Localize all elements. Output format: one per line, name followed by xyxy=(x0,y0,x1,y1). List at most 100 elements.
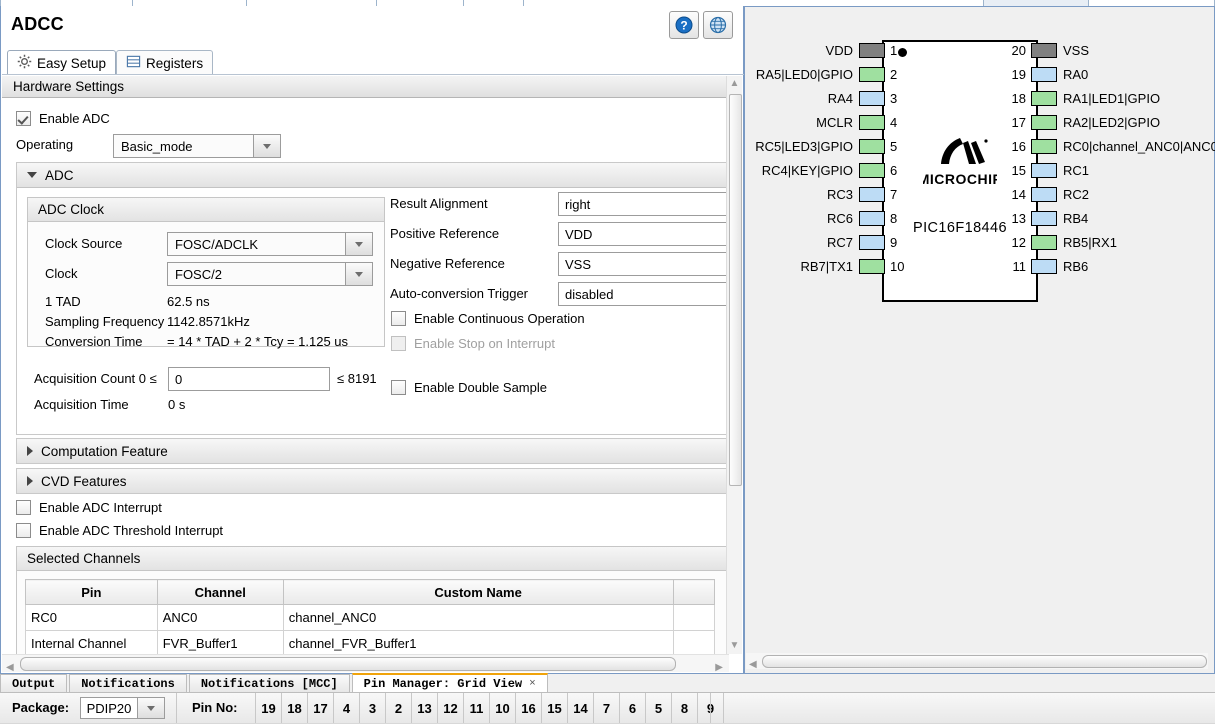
positive-reference-field[interactable]: VDD xyxy=(558,222,729,246)
enable-adc-interrupt-row[interactable]: Enable ADC Interrupt xyxy=(16,500,162,515)
pin-number-cell[interactable]: 8 xyxy=(671,693,697,723)
pin-number-cell[interactable]: 3 xyxy=(359,693,385,723)
section-adc-header[interactable]: ADC xyxy=(17,163,727,188)
pin-row-left[interactable]: VDD 1 xyxy=(745,41,912,59)
pin-pad[interactable] xyxy=(1031,258,1057,274)
chevron-right-icon[interactable] xyxy=(27,446,33,456)
pin-row-right[interactable]: 17 RA2|LED2|GPIO xyxy=(1002,113,1160,131)
pin-pad[interactable] xyxy=(1031,162,1057,178)
enable-adc-threshold-interrupt-row[interactable]: Enable ADC Threshold Interrupt xyxy=(16,523,223,538)
enable-continuous-operation-row[interactable]: Enable Continuous Operation xyxy=(391,311,585,326)
cell-pin[interactable]: RC0 xyxy=(25,604,158,631)
pin-number-cell[interactable]: 14 xyxy=(567,693,593,723)
chevron-down-icon[interactable] xyxy=(137,698,164,718)
cell-channel[interactable]: ANC0 xyxy=(156,604,284,631)
chevron-down-icon[interactable] xyxy=(253,135,280,157)
operating-mode-dropdown[interactable]: Basic_mode xyxy=(113,134,281,158)
pin-number-cell[interactable]: 10 xyxy=(489,693,515,723)
vertical-scrollbar-thumb[interactable] xyxy=(729,94,742,486)
pin-number-cell[interactable]: 12 xyxy=(437,693,463,723)
table-row[interactable]: Internal Channel FVR_Buffer1 channel_FVR… xyxy=(25,630,715,654)
pin-row-right[interactable]: 13 RB4 xyxy=(1002,209,1088,227)
pin-pad[interactable] xyxy=(859,258,885,274)
result-alignment-field[interactable]: right xyxy=(558,192,729,216)
clock-source-dropdown[interactable]: FOSC/ADCLK xyxy=(167,232,373,256)
pin-pad[interactable] xyxy=(1031,66,1057,82)
scroll-right-icon[interactable]: ▶ xyxy=(715,658,723,673)
pin-number-cell[interactable]: 17 xyxy=(307,693,333,723)
negative-reference-field[interactable]: VSS xyxy=(558,252,729,276)
help-circle-icon[interactable]: ? xyxy=(669,11,699,39)
pin-number-cell[interactable]: 19 xyxy=(255,693,281,723)
dock-tab-notifications[interactable]: Notifications xyxy=(69,674,187,693)
enable-adc-row[interactable]: Enable ADC xyxy=(16,111,110,126)
scroll-left-icon[interactable]: ◀ xyxy=(749,655,757,670)
horizontal-scrollbar-thumb[interactable] xyxy=(20,657,676,671)
enable-adc-interrupt-checkbox[interactable] xyxy=(16,500,31,515)
vertical-scrollbar[interactable]: ▲ ▼ xyxy=(726,76,742,654)
pin-pad[interactable] xyxy=(1031,42,1057,58)
col-blank[interactable] xyxy=(672,579,715,605)
chevron-down-icon[interactable] xyxy=(345,263,372,285)
pin-row-right[interactable]: 20 VSS xyxy=(1002,41,1089,59)
pin-row-left[interactable]: RC5|LED3|GPIO 5 xyxy=(745,137,912,155)
pin-pad[interactable] xyxy=(1031,138,1057,154)
pin-row-right[interactable]: 19 RA0 xyxy=(1002,65,1088,83)
pin-row-left[interactable]: RB7|TX1 10 xyxy=(745,257,912,275)
tab-easy-setup[interactable]: Easy Setup xyxy=(7,50,117,75)
dock-tab-notifications-mcc[interactable]: Notifications [MCC] xyxy=(188,674,350,693)
clock-dropdown[interactable]: FOSC/2 xyxy=(167,262,373,286)
pin-row-left[interactable]: RA4 3 xyxy=(745,89,912,107)
cell-blank[interactable] xyxy=(672,604,715,631)
pin-number-cell[interactable]: 15 xyxy=(541,693,567,723)
pin-row-left[interactable]: MCLR 4 xyxy=(745,113,912,131)
pin-row-left[interactable]: RC6 8 xyxy=(745,209,912,227)
pin-pad[interactable] xyxy=(859,66,885,82)
cell-channel[interactable]: FVR_Buffer1 xyxy=(156,630,284,654)
auto-conversion-trigger-field[interactable]: disabled xyxy=(558,282,729,306)
dock-tab-pin-manager-grid-view[interactable]: Pin Manager: Grid View × xyxy=(351,673,548,693)
pin-pad[interactable] xyxy=(859,90,885,106)
pin-row-right[interactable]: 15 RC1 xyxy=(1002,161,1089,179)
section-computation-feature[interactable]: Computation Feature xyxy=(16,438,728,464)
pin-row-right[interactable]: 18 RA1|LED1|GPIO xyxy=(1002,89,1160,107)
scroll-left-icon[interactable]: ◀ xyxy=(6,658,14,673)
pin-number-cell[interactable]: 7 xyxy=(593,693,619,723)
enable-adc-threshold-interrupt-checkbox[interactable] xyxy=(16,523,31,538)
pin-number-cell[interactable]: 11 xyxy=(463,693,489,723)
pin-pad[interactable] xyxy=(859,210,885,226)
scroll-down-icon[interactable]: ▼ xyxy=(727,638,742,654)
pin-number-cell[interactable]: 18 xyxy=(281,693,307,723)
cell-custom-name[interactable]: channel_FVR_Buffer1 xyxy=(282,630,674,654)
pin-pad[interactable] xyxy=(859,138,885,154)
chevron-down-icon[interactable] xyxy=(345,233,372,255)
pin-diagram-scrollbar-thumb[interactable] xyxy=(762,655,1207,668)
cell-blank[interactable] xyxy=(672,630,715,654)
pin-pad[interactable] xyxy=(1031,210,1057,226)
pin-row-right[interactable]: 14 RC2 xyxy=(1002,185,1089,203)
pin-row-right[interactable]: 12 RB5|RX1 xyxy=(1002,233,1117,251)
enable-double-sample-row[interactable]: Enable Double Sample xyxy=(391,380,547,395)
pin-pad[interactable] xyxy=(859,162,885,178)
pin-row-left[interactable]: RA5|LED0|GPIO 2 xyxy=(745,65,912,83)
pin-number-cell[interactable]: 2 xyxy=(385,693,411,723)
package-dropdown[interactable]: PDIP20 xyxy=(80,697,165,719)
enable-adc-checkbox[interactable] xyxy=(16,111,31,126)
chevron-right-icon[interactable] xyxy=(27,476,33,486)
pin-number-cell[interactable]: 5 xyxy=(645,693,671,723)
pin-pad[interactable] xyxy=(859,114,885,130)
pin-number-cell[interactable]: 6 xyxy=(619,693,645,723)
section-computation-feature-header[interactable]: Computation Feature xyxy=(17,439,727,463)
chevron-down-icon[interactable] xyxy=(27,172,37,178)
dock-tab-output[interactable]: Output xyxy=(0,674,68,693)
col-custom-name[interactable]: Custom Name xyxy=(282,579,674,605)
cell-pin[interactable]: Internal Channel xyxy=(25,630,158,654)
pin-row-right[interactable]: 16 RC0|channel_ANC0|ANC0 xyxy=(1002,137,1215,155)
section-cvd-features-header[interactable]: CVD Features xyxy=(17,469,727,493)
enable-continuous-operation-checkbox[interactable] xyxy=(391,311,406,326)
pin-pad[interactable] xyxy=(1031,186,1057,202)
pin-row-left[interactable]: RC3 7 xyxy=(745,185,912,203)
scroll-up-icon[interactable]: ▲ xyxy=(727,76,742,92)
col-pin[interactable]: Pin xyxy=(25,579,158,605)
col-channel[interactable]: Channel xyxy=(156,579,284,605)
